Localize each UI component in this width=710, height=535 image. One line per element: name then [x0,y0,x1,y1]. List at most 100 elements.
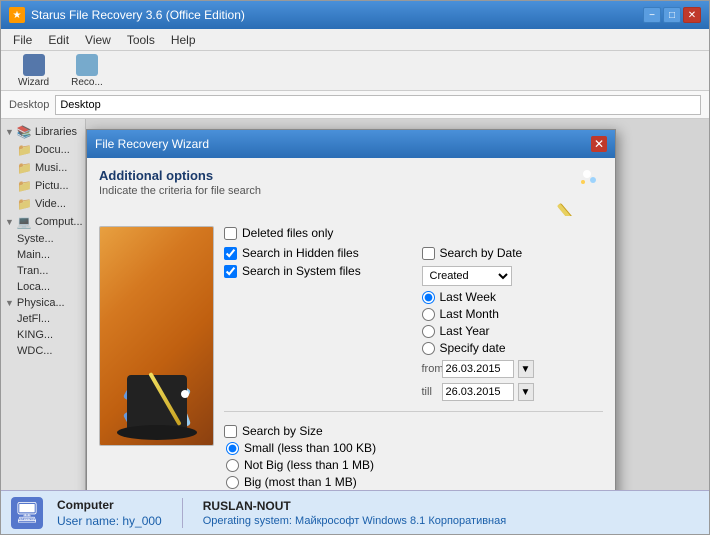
small-size-row: Small (less than 100 KB) [226,441,603,455]
till-label: till [422,386,438,398]
last-year-radio[interactable] [422,325,435,338]
deleted-files-row: Deleted files only [224,226,603,240]
status-bar: 🖥 Computer User name: hy_000 RUSLAN-NOUT… [1,490,709,534]
title-bar-left: ★ Starus File Recovery 3.6 (Office Editi… [9,7,245,23]
wand-svg [555,168,603,216]
specify-date-label: Specify date [440,341,506,355]
wizard-label: Wizard [18,77,49,88]
host-name-label: RUSLAN-NOUT [203,499,506,513]
search-by-size-label: Search by Size [242,424,323,438]
magic-hat [117,375,197,445]
address-label: Desktop [9,99,49,111]
dialog-title-bar: File Recovery Wizard ✕ [87,130,615,158]
date-radio-group: Last Week Last Month Last [422,290,604,401]
file-recovery-wizard-dialog: File Recovery Wizard ✕ Additional option… [86,129,616,490]
notbig-size-row: Not Big (less than 1 MB) [226,458,603,472]
menu-edit[interactable]: Edit [40,31,77,49]
wizard-image [99,226,214,446]
user-name-label: User name: hy_000 [57,514,162,528]
minimize-button[interactable]: − [643,7,661,23]
dialog-title-text: File Recovery Wizard [95,137,209,151]
date-type-select[interactable]: Created Modified Accessed [422,266,512,286]
title-bar-controls: − □ ✕ [643,7,701,23]
dialog-options: Deleted files only Search in Hidden file… [224,226,603,490]
app-title: Starus File Recovery 3.6 (Office Edition… [31,8,245,22]
last-week-label: Last Week [440,290,496,304]
hat-brim [117,425,197,440]
address-input[interactable] [55,95,701,115]
recover-icon [76,54,98,76]
size-radio-group: Small (less than 100 KB) Not Big (less t… [226,441,603,490]
dialog-content: Deleted files only Search in Hidden file… [99,226,603,490]
date-section: Created Modified Accessed Last Week [422,262,604,401]
from-date-row: from ▼ [422,360,604,378]
computer-name-label: Computer [57,498,162,512]
menu-view[interactable]: View [77,31,119,49]
last-week-radio[interactable] [422,291,435,304]
last-month-label: Last Month [440,307,499,321]
big-size-radio[interactable] [226,476,239,489]
hat-wrapper [100,227,213,445]
address-bar: Desktop [1,91,709,119]
specify-date-radio[interactable] [422,342,435,355]
till-date-input[interactable] [442,383,514,401]
till-date-row: till ▼ [422,383,604,401]
menu-tools[interactable]: Tools [119,31,163,49]
deleted-files-label: Deleted files only [242,226,333,240]
search-system-label: Search in System files [242,264,361,278]
status-divider [182,498,183,528]
last-week-row: Last Week [422,290,604,304]
from-label: from [422,363,438,375]
last-month-row: Last Month [422,307,604,321]
notbig-size-label: Not Big (less than 1 MB) [244,458,374,472]
from-calendar-button[interactable]: ▼ [518,360,534,378]
notbig-size-radio[interactable] [226,459,239,472]
dialog-close-button[interactable]: ✕ [591,136,607,152]
search-hidden-checkbox[interactable] [224,247,237,260]
wizard-wand-icon [555,168,603,216]
content-area: ▼ 📚 Libraries 📁 Docu... 📁 Musi... 📁 Pict… [1,119,709,490]
dialog-header: Additional options Indicate the criteria… [99,168,603,216]
maximize-button[interactable]: □ [663,7,681,23]
search-by-size-checkbox[interactable] [224,425,237,438]
wizard-toolbar-btn[interactable]: Wizard [9,50,58,92]
recover-toolbar-btn[interactable]: Reco... [62,50,112,92]
recover-label: Reco... [71,77,103,88]
dialog-body: Additional options Indicate the criteria… [87,158,615,490]
menu-file[interactable]: File [5,31,40,49]
section-divider [224,411,603,412]
specify-date-row: Specify date [422,341,604,355]
search-by-date-row: Search by Date [422,246,604,260]
computer-status-icon: 🖥 [11,497,43,529]
deleted-files-checkbox[interactable] [224,227,237,240]
menu-help[interactable]: Help [163,31,204,49]
small-size-radio[interactable] [226,442,239,455]
dialog-header-title: Additional options [99,168,261,183]
last-year-label: Last Year [440,324,490,338]
options-two-col: Search in Hidden files Search in System … [224,246,603,401]
close-window-button[interactable]: ✕ [683,7,701,23]
wizard-icon [23,54,45,76]
col-left: Search in Hidden files Search in System … [224,246,406,401]
from-date-input[interactable] [442,360,514,378]
status-text-block: Computer User name: hy_000 [57,498,162,528]
wand-tip [181,390,189,398]
till-calendar-button[interactable]: ▼ [518,383,534,401]
search-hidden-label: Search in Hidden files [242,246,359,260]
search-by-date-checkbox[interactable] [422,247,435,260]
col-right: Search by Date Created Modified Accessed [422,246,604,401]
dialog-header-subtitle: Indicate the criteria for file search [99,185,261,197]
header-text: Additional options Indicate the criteria… [99,168,261,197]
search-system-checkbox[interactable] [224,265,237,278]
menu-bar: File Edit View Tools Help [1,29,709,51]
search-by-date-label: Search by Date [440,246,523,260]
last-year-row: Last Year [422,324,604,338]
os-label: Operating system: Майкрософт Windows 8.1… [203,515,506,527]
last-month-radio[interactable] [422,308,435,321]
search-by-size-row: Search by Size [224,424,603,438]
big-size-label: Big (most than 1 MB) [244,475,357,489]
small-size-label: Small (less than 100 KB) [244,441,376,455]
title-bar: ★ Starus File Recovery 3.6 (Office Editi… [1,1,709,29]
hidden-files-row: Search in Hidden files [224,246,406,260]
main-window: ★ Starus File Recovery 3.6 (Office Editi… [0,0,710,535]
